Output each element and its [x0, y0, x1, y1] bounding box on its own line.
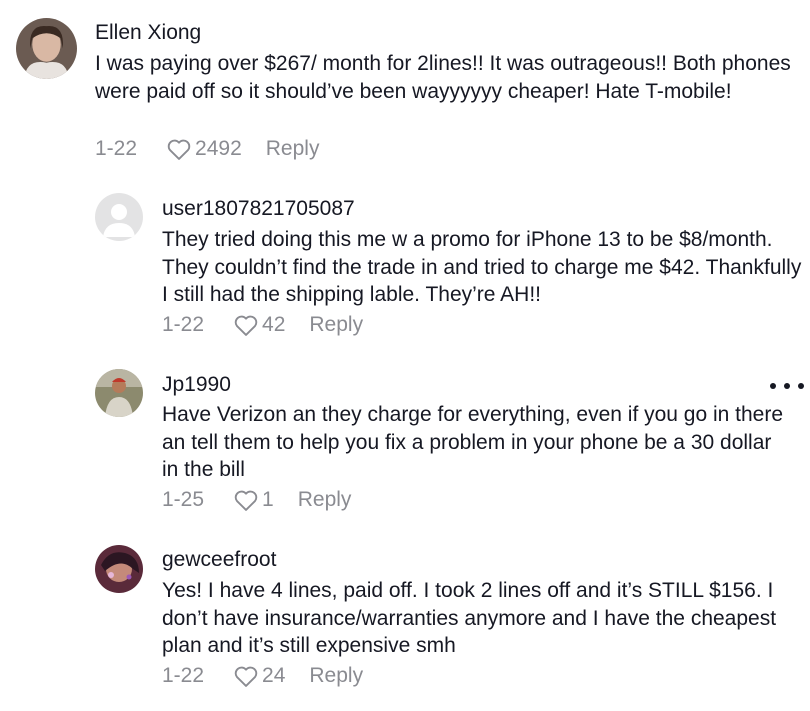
comment-actions: 1-22 2492 Reply — [95, 135, 319, 163]
more-options-dot — [784, 383, 790, 389]
profile-photo-icon — [95, 369, 143, 417]
profile-photo-icon — [16, 18, 77, 79]
more-options-button[interactable] — [770, 376, 804, 396]
comment-date: 1-22 — [162, 313, 205, 336]
like-button[interactable]: 2492 — [165, 135, 242, 163]
comment-text: Yes! I have 4 lines, paid off. I took 2 … — [162, 579, 777, 657]
comment-date: 1-22 — [95, 137, 138, 160]
comment-date: 1-25 — [162, 488, 205, 511]
comment-username[interactable]: gewceefroot — [162, 548, 276, 572]
default-avatar-icon — [95, 193, 143, 241]
more-options-dot — [798, 383, 804, 389]
like-button[interactable]: 42 — [232, 311, 285, 339]
like-button[interactable]: 24 — [232, 662, 285, 690]
like-count: 42 — [262, 313, 286, 336]
avatar[interactable] — [16, 18, 77, 79]
heart-outline-icon — [167, 139, 191, 160]
comment-actions: 1-25 1 Reply — [162, 486, 351, 514]
comment-date: 1-22 — [162, 664, 205, 687]
reply-button[interactable]: Reply — [309, 664, 363, 688]
like-count: 24 — [262, 664, 286, 687]
comment-username[interactable]: Ellen Xiong — [95, 21, 201, 45]
heart-outline-icon — [234, 666, 258, 687]
comment-text: Have Verizon an they charge for everythi… — [162, 403, 784, 481]
avatar[interactable] — [95, 193, 143, 241]
comment-actions: 1-22 42 Reply — [162, 311, 363, 339]
comment-text: I was paying over $267/ month for 2lines… — [95, 52, 791, 103]
comment-username[interactable]: Jp1990 — [162, 373, 231, 397]
like-count: 2492 — [195, 137, 242, 160]
reply-button[interactable]: Reply — [309, 313, 363, 337]
comment-text: They tried doing this me w a promo for i… — [162, 228, 802, 306]
reply-button[interactable]: Reply — [266, 137, 320, 161]
reply-button[interactable]: Reply — [298, 488, 352, 512]
more-options-icon — [770, 383, 776, 389]
avatar[interactable] — [95, 369, 143, 417]
comment-actions: 1-22 24 Reply — [162, 662, 363, 690]
profile-photo-icon — [95, 545, 143, 593]
like-button[interactable]: 1 — [232, 486, 274, 514]
comment-username[interactable]: user1807821705087 — [162, 197, 355, 221]
heart-outline-icon — [234, 315, 258, 336]
like-count: 1 — [262, 488, 274, 511]
heart-outline-icon — [234, 490, 258, 511]
avatar[interactable] — [95, 545, 143, 593]
